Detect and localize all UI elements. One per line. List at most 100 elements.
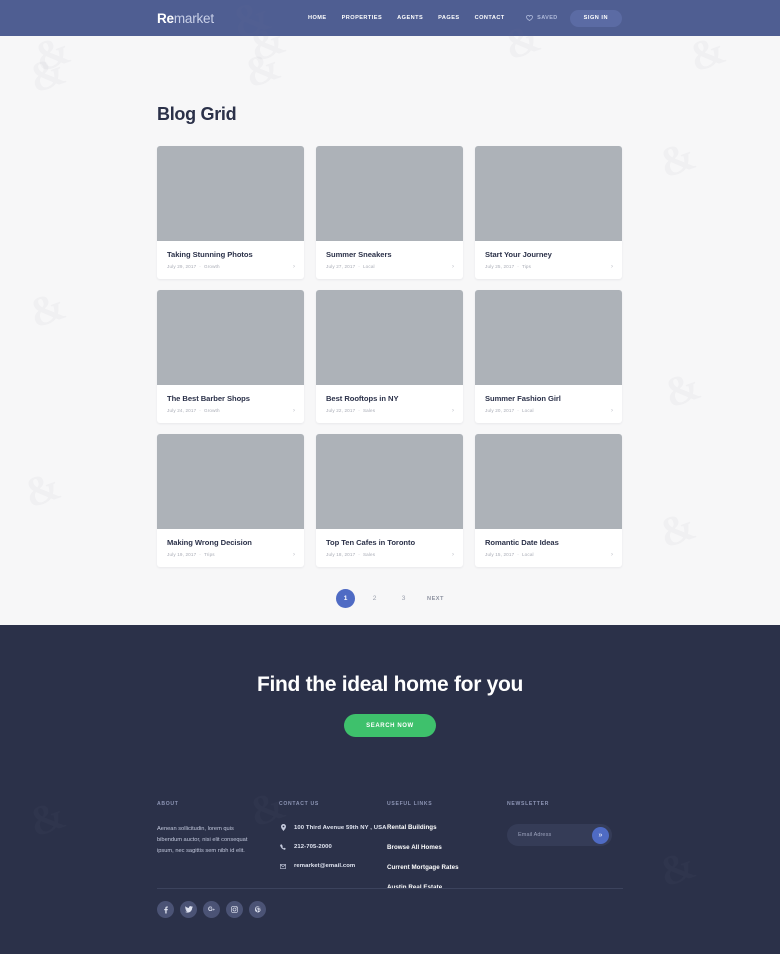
blog-card[interactable]: Summer Fashion Girl July 20, 2017 · Local … — [475, 290, 622, 423]
blog-card-meta: July 29, 2017 · Growth — [167, 264, 294, 269]
blog-card-thumbnail — [475, 434, 622, 529]
blog-card-category: Growth — [203, 264, 220, 269]
blog-grid: Taking Stunning Photos July 29, 2017 · Gro… — [157, 146, 623, 567]
site-logo[interactable]: Remarket — [157, 11, 214, 26]
nav-item-agents[interactable]: AGENTS — [397, 15, 423, 21]
nav-item-pages[interactable]: PAGES — [438, 15, 459, 21]
blog-card-body: Summer Fashion Girl July 20, 2017 · Local … — [475, 385, 622, 423]
chevron-right-icon[interactable]: › — [611, 264, 613, 270]
meta-separator: · — [517, 408, 519, 413]
nav-item-contact[interactable]: CONTACT — [475, 15, 505, 21]
pinterest-icon[interactable] — [249, 901, 266, 918]
blog-card-thumbnail — [475, 146, 622, 241]
blog-card-title: Summer Fashion Girl — [485, 394, 561, 403]
blog-card[interactable]: Summer Sneakers July 27, 2017 · Local › — [316, 146, 463, 279]
blog-card[interactable]: Best Rooftops in NY July 22, 2017 · Sales … — [316, 290, 463, 423]
chevron-right-icon[interactable]: › — [293, 552, 295, 558]
footer-link-current-mortgage-rates[interactable]: Current Mortgage Rates — [387, 864, 507, 871]
footer-about-text: Aenean sollicitudin, lorem quis bibendum… — [157, 826, 248, 855]
blog-card[interactable]: Start Your Journey July 25, 2017 · Tips › — [475, 146, 622, 279]
blog-card-category: Sales — [362, 552, 376, 557]
page-title: Blog Grid — [157, 104, 237, 124]
blog-card-body: Taking Stunning Photos July 29, 2017 · Gro… — [157, 241, 304, 279]
chevron-right-icon[interactable]: › — [452, 264, 454, 270]
meta-separator: · — [199, 264, 201, 269]
contact-address-value: 100 Third Avenue 59th NY , USA — [294, 824, 387, 831]
blog-card-body: Start Your Journey July 25, 2017 · Tips › — [475, 241, 622, 279]
blog-card[interactable]: The Best Barber Shops July 24, 2017 · Grow… — [157, 290, 304, 423]
blog-card[interactable]: Top Ten Cafes in Toronto July 18, 2017 · S… — [316, 434, 463, 567]
meta-separator: · — [358, 552, 360, 557]
blog-card-meta: July 22, 2017 · Sales — [326, 408, 453, 413]
blog-card-body: Best Rooftops in NY July 22, 2017 · Sales … — [316, 385, 463, 423]
footer-about-heading: ABOUT — [157, 801, 179, 807]
blog-card-date: July 25, 2017 — [485, 264, 515, 269]
blog-card-date: July 22, 2017 — [326, 408, 356, 413]
footer-link-rental-buildings[interactable]: Rental Buildings — [387, 824, 507, 831]
blog-card-title: Start Your Journey — [485, 250, 552, 259]
blog-card-title: Summer Sneakers — [326, 250, 392, 259]
cta-title: Find the ideal home for you — [256, 673, 524, 696]
chevron-right-icon[interactable]: › — [611, 552, 613, 558]
saved-link[interactable]: SAVED — [526, 15, 558, 21]
search-now-button[interactable]: SEARCH NOW — [344, 714, 436, 737]
blog-card-category: Growth — [203, 408, 220, 413]
chevron-right-icon[interactable]: › — [611, 408, 613, 414]
pagination-page-3[interactable]: 3 — [394, 589, 413, 608]
blog-card-category: Local — [521, 408, 534, 413]
footer-divider — [157, 888, 623, 889]
blog-card-title: Best Rooftops in NY — [326, 394, 399, 403]
newsletter-form: » — [507, 824, 612, 846]
blog-card-date: July 24, 2017 — [167, 408, 197, 413]
blog-card-body: Making Wrong Decision July 19, 2017 · Trip… — [157, 529, 304, 567]
blog-card-meta: July 27, 2017 · Local — [326, 264, 453, 269]
footer-link-browse-all-homes[interactable]: Browse All Homes — [387, 844, 507, 851]
blog-card-meta: July 20, 2017 · Local — [485, 408, 612, 413]
sign-in-button[interactable]: SIGN IN — [569, 9, 622, 27]
newsletter-submit-button[interactable]: » — [592, 826, 609, 844]
pagination: 1 2 3 NEXT — [0, 589, 780, 608]
blog-card-date: July 19, 2017 — [167, 552, 197, 557]
cta-section: & & & & Find the ideal home for you SEAR… — [0, 14, 780, 785]
page-root: & Remarket HOME PROPERTIES AGENTS PAGES … — [0, 0, 780, 954]
pagination-next-button[interactable]: NEXT — [427, 596, 444, 602]
blog-card-thumbnail — [316, 290, 463, 385]
blog-card-thumbnail — [475, 290, 622, 385]
blog-card-date: July 27, 2017 — [326, 264, 356, 269]
pagination-page-2[interactable]: 2 — [365, 589, 384, 608]
twitter-icon[interactable] — [180, 901, 197, 918]
facebook-icon[interactable] — [157, 901, 174, 918]
chevron-right-icon[interactable]: › — [452, 552, 454, 558]
chevron-right-icon[interactable]: › — [293, 408, 295, 414]
blog-card-date: July 15, 2017 — [485, 552, 515, 557]
blog-card[interactable]: Taking Stunning Photos July 29, 2017 · Gro… — [157, 146, 304, 279]
site-header: & Remarket HOME PROPERTIES AGENTS PAGES … — [0, 0, 780, 49]
meta-separator: · — [517, 552, 519, 557]
nav-item-properties[interactable]: PROPERTIES — [342, 15, 383, 21]
site-footer: & & & ABOUT Aenean sollicitudin, lorem q… — [0, 781, 780, 954]
blog-card-thumbnail — [157, 290, 304, 385]
meta-separator: · — [517, 264, 519, 269]
newsletter-email-input[interactable] — [518, 832, 592, 838]
meta-separator: · — [199, 552, 201, 557]
blog-card-title: Taking Stunning Photos — [167, 250, 253, 259]
blog-card-title: The Best Barber Shops — [167, 394, 250, 403]
pagination-page-1[interactable]: 1 — [336, 589, 356, 608]
blog-card-date: July 18, 2017 — [326, 552, 356, 557]
double-chevron-right-icon: » — [598, 831, 603, 839]
chevron-right-icon[interactable]: › — [293, 264, 295, 270]
blog-card[interactable]: Romantic Date Ideas July 15, 2017 · Local … — [475, 434, 622, 567]
blog-card-meta: July 24, 2017 · Growth — [167, 408, 294, 413]
blog-card-category: Local — [521, 552, 534, 557]
contact-address: 100 Third Avenue 59th NY , USA — [279, 824, 387, 831]
chevron-right-icon[interactable]: › — [452, 408, 454, 414]
google-plus-icon[interactable]: G + — [203, 901, 220, 918]
blog-card-title: Making Wrong Decision — [167, 538, 252, 547]
blog-card[interactable]: Making Wrong Decision July 19, 2017 · Trip… — [157, 434, 304, 567]
logo-rest-part: market — [173, 10, 214, 26]
blog-card-category: Sales — [362, 408, 376, 413]
nav-item-home[interactable]: HOME — [308, 15, 327, 21]
saved-label: SAVED — [537, 15, 558, 21]
instagram-icon[interactable] — [226, 901, 243, 918]
main-content: & & & & & & & Blog Grid Taking Stunning … — [0, 36, 780, 625]
